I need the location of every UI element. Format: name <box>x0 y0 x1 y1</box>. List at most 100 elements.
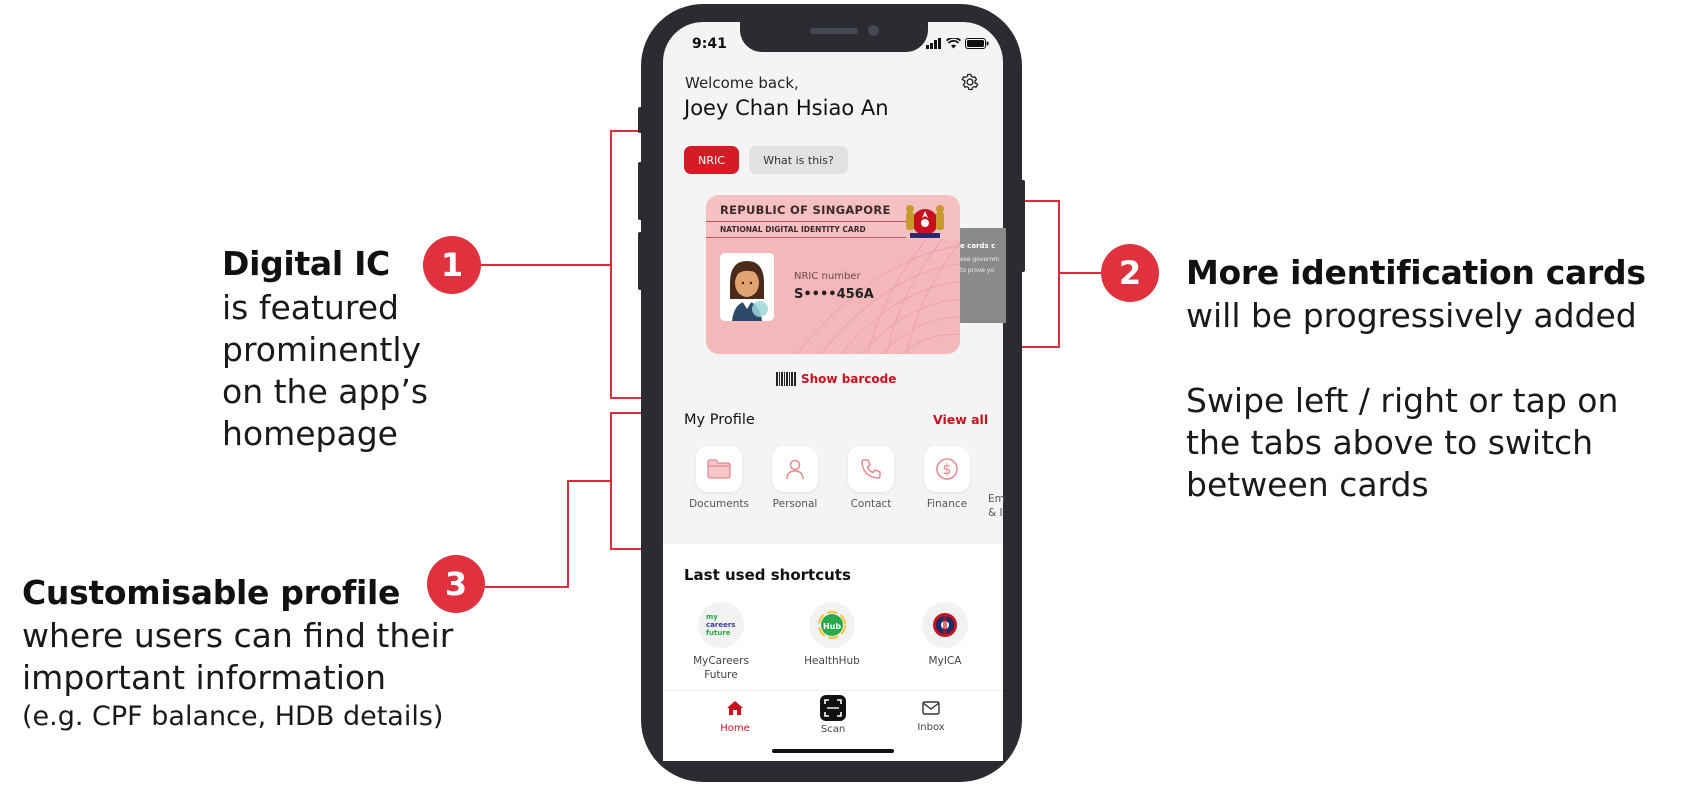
shortcut-label: MyCareers Future <box>676 654 766 682</box>
home-icon <box>727 701 743 715</box>
bracket-line <box>610 130 612 399</box>
profile-item-personal[interactable]: Personal <box>758 446 832 510</box>
gear-icon[interactable] <box>960 72 980 96</box>
annotation-1-title: Digital IC <box>222 244 390 283</box>
shortcuts-title: Last used shortcuts <box>684 566 851 584</box>
shortcut-myica[interactable]: MyICA <box>900 602 990 668</box>
profile-item-contact[interactable]: Contact <box>834 446 908 510</box>
annotation-1-line: homepage <box>222 414 398 453</box>
tab-what-is-this[interactable]: What is this? <box>749 146 848 174</box>
svg-text:careers: careers <box>706 621 735 629</box>
connector-line <box>567 480 612 482</box>
connector-line <box>567 480 569 588</box>
tab-nric[interactable]: NRIC <box>684 146 739 174</box>
annotation-3-line: where users can find their <box>22 616 454 655</box>
peek-card-text: ese governm <box>960 256 1000 263</box>
connector-line <box>481 264 611 266</box>
shortcut-healthhub[interactable]: Hub HealthHub <box>787 602 877 668</box>
nav-inbox[interactable]: Inbox <box>896 700 966 733</box>
barcode-icon <box>776 372 796 386</box>
signal-icon <box>926 38 941 49</box>
profile-item-label: Finance <box>926 498 968 510</box>
peek-card-text: to prove yo <box>960 267 995 274</box>
annotation-3-title: Customisable profile <box>22 573 401 612</box>
annotation-3-badge: 3 <box>427 555 485 613</box>
status-time: 9:41 <box>692 36 727 52</box>
card-country: REPUBLIC OF SINGAPORE <box>720 203 891 217</box>
show-barcode-label: Show barcode <box>801 372 897 386</box>
scan-icon <box>820 695 846 721</box>
user-name: Joey Chan Hsiao An <box>684 96 889 120</box>
status-icons <box>926 38 989 49</box>
profile-item-label: Contact <box>850 498 892 510</box>
annotation-3-body: where users can find their important inf… <box>22 615 453 699</box>
connector-line <box>1058 272 1102 274</box>
mycareersfuture-logo: my careers future <box>698 602 744 648</box>
nav-scan[interactable]: Scan <box>798 695 868 735</box>
shortcut-label-line: MyCareers <box>693 655 749 667</box>
wifi-icon <box>946 38 961 49</box>
digital-ic-card[interactable]: REPUBLIC OF SINGAPORE NATIONAL DIGITAL I… <box>706 195 960 354</box>
shortcut-label: MyICA <box>928 655 962 667</box>
profile-item-finance[interactable]: $ Finance <box>910 446 984 510</box>
annotation-2-badge: 2 <box>1101 244 1159 302</box>
welcome-text: Welcome back, <box>685 74 799 92</box>
peek-card-text: e cards c <box>960 242 996 250</box>
dollar-icon: $ <box>924 446 970 492</box>
svg-text:my: my <box>706 613 718 621</box>
annotation-2-line: Swipe left / right or tap on <box>1186 381 1619 420</box>
folder-icon <box>696 446 742 492</box>
card-type: NATIONAL DIGITAL IDENTITY CARD <box>720 225 866 234</box>
svg-text:future: future <box>706 629 731 637</box>
home-indicator <box>772 749 894 753</box>
annotation-3-line: important information <box>22 658 386 697</box>
profile-section-title: My Profile <box>684 412 755 428</box>
nric-label: NRIC number <box>794 271 861 282</box>
annotation-1-badge: 1 <box>423 236 481 294</box>
phone-speaker <box>810 28 858 34</box>
annotation-1-line: is featured <box>222 288 399 327</box>
mail-icon <box>922 701 940 715</box>
nric-value: S••••456A <box>794 287 874 302</box>
phone-camera <box>868 25 879 36</box>
profile-item-label: Documents <box>689 498 749 510</box>
phone-icon <box>848 446 894 492</box>
battery-icon <box>965 38 989 49</box>
myica-logo <box>922 602 968 648</box>
show-barcode-button[interactable]: Show barcode <box>776 372 896 386</box>
person-icon <box>772 446 818 492</box>
healthhub-logo: Hub <box>809 602 855 648</box>
bracket-line <box>1058 200 1060 348</box>
phone-notch <box>740 22 928 52</box>
shortcut-label: HealthHub <box>804 655 860 667</box>
shortcut-label-line: Future <box>704 669 738 681</box>
annotation-2-body: Swipe left / right or tap on the tabs ab… <box>1186 380 1618 506</box>
connector-line <box>485 586 569 588</box>
annotation-3-note: (e.g. CPF balance, HDB details) <box>22 701 444 732</box>
nav-label: Home <box>720 723 750 734</box>
avatar <box>720 253 774 321</box>
bracket-line <box>610 412 612 550</box>
profile-item-label: & I <box>988 507 1003 519</box>
shortcut-mycareersfuture[interactable]: my careers future MyCareers Future <box>676 602 766 682</box>
annotation-1-line: on the app’s <box>222 372 429 411</box>
profile-item-label: Personal <box>772 498 818 510</box>
annotation-1-body: is featured prominently on the app’s hom… <box>222 287 428 455</box>
bracket-line <box>1016 346 1060 348</box>
annotation-2-title: More identification cards <box>1186 253 1646 292</box>
card-divider <box>706 221 906 222</box>
svg-text:Hub: Hub <box>823 622 841 631</box>
profile-item-partial[interactable]: Em & I <box>988 492 1005 520</box>
next-card-preview[interactable]: e cards c ese governm to prove yo <box>956 228 1006 323</box>
nav-home[interactable]: Home <box>700 700 770 734</box>
svg-text:$: $ <box>943 462 952 478</box>
profile-item-label: Em <box>988 493 1005 505</box>
annotation-1-line: prominently <box>222 330 422 369</box>
view-all-link[interactable]: View all <box>933 412 988 427</box>
annotation-2-subtitle: will be progressively added <box>1186 296 1637 335</box>
card-divider <box>706 237 906 238</box>
profile-item-documents[interactable]: Documents <box>682 446 756 510</box>
singapore-crest-icon <box>906 205 944 238</box>
annotation-2-line: between cards <box>1186 465 1429 504</box>
nav-label: Scan <box>820 724 846 735</box>
